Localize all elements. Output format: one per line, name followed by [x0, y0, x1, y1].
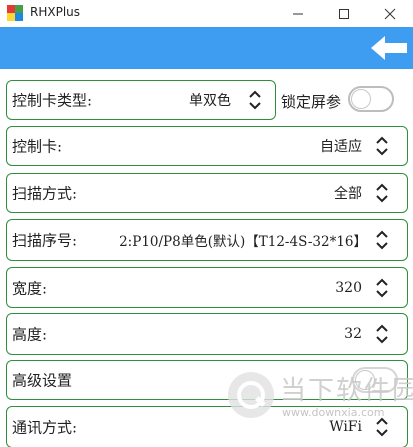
width-row[interactable]: 宽度: 320 — [6, 267, 408, 308]
lock-screen-toggle[interactable] — [348, 86, 394, 112]
close-icon — [384, 8, 396, 19]
advanced-settings-toggle[interactable] — [352, 367, 398, 393]
back-button[interactable] — [369, 35, 409, 61]
controller-value: 自适应 — [320, 139, 362, 155]
chevron-updown-icon[interactable] — [375, 135, 389, 157]
chevron-updown-icon[interactable] — [375, 229, 389, 251]
controller-type-value: 单双色 — [189, 93, 231, 109]
minimize-button[interactable] — [275, 0, 321, 27]
title-bar: RHXPlus — [0, 0, 413, 27]
controller-type-row[interactable]: 控制卡类型: 单双色 — [6, 80, 276, 120]
window-title: RHXPlus — [30, 5, 81, 19]
scan-mode-value: 全部 — [334, 186, 362, 202]
chevron-updown-icon[interactable] — [248, 89, 262, 111]
chevron-updown-icon[interactable] — [375, 416, 389, 438]
height-label: 高度: — [12, 325, 48, 344]
scan-sequence-row[interactable]: 扫描序号: 2:P10/P8单色(默认)【T12-4S-32*16】 — [6, 219, 408, 261]
chevron-updown-icon[interactable] — [375, 323, 389, 345]
controller-label: 控制卡: — [12, 137, 63, 156]
advanced-settings-row[interactable]: 高级设置 — [6, 360, 408, 400]
width-label: 宽度: — [12, 279, 48, 297]
minimize-icon — [293, 13, 303, 14]
scan-sequence-value: 2:P10/P8单色(默认)【T12-4S-32*16】 — [119, 234, 367, 250]
width-value[interactable]: 320 — [335, 280, 362, 296]
scan-mode-label: 扫描方式: — [12, 184, 78, 203]
arrow-left-icon — [371, 36, 407, 60]
maximize-button[interactable] — [321, 0, 367, 27]
lock-screen-label: 锁定屏参 — [281, 93, 342, 111]
advanced-settings-label: 高级设置 — [12, 371, 73, 390]
chevron-updown-icon[interactable] — [375, 182, 389, 204]
top-toolbar — [0, 27, 413, 69]
height-value[interactable]: 32 — [344, 326, 362, 342]
controller-type-label: 控制卡类型: — [12, 91, 93, 110]
scan-mode-row[interactable]: 扫描方式: 全部 — [6, 173, 408, 213]
controller-row[interactable]: 控制卡: 自适应 — [6, 126, 408, 166]
comm-mode-label: 通讯方式: — [12, 418, 78, 437]
app-logo-icon — [7, 5, 23, 21]
scan-sequence-label: 扫描序号: — [12, 231, 78, 250]
comm-mode-row[interactable]: 通讯方式: WiFi — [6, 406, 408, 447]
toggle-knob — [355, 370, 375, 390]
comm-mode-value: WiFi — [329, 419, 362, 435]
chevron-updown-icon[interactable] — [375, 277, 389, 299]
height-row[interactable]: 高度: 32 — [6, 313, 408, 355]
close-button[interactable] — [367, 0, 413, 27]
toggle-knob — [351, 89, 371, 109]
maximize-icon — [339, 8, 349, 19]
